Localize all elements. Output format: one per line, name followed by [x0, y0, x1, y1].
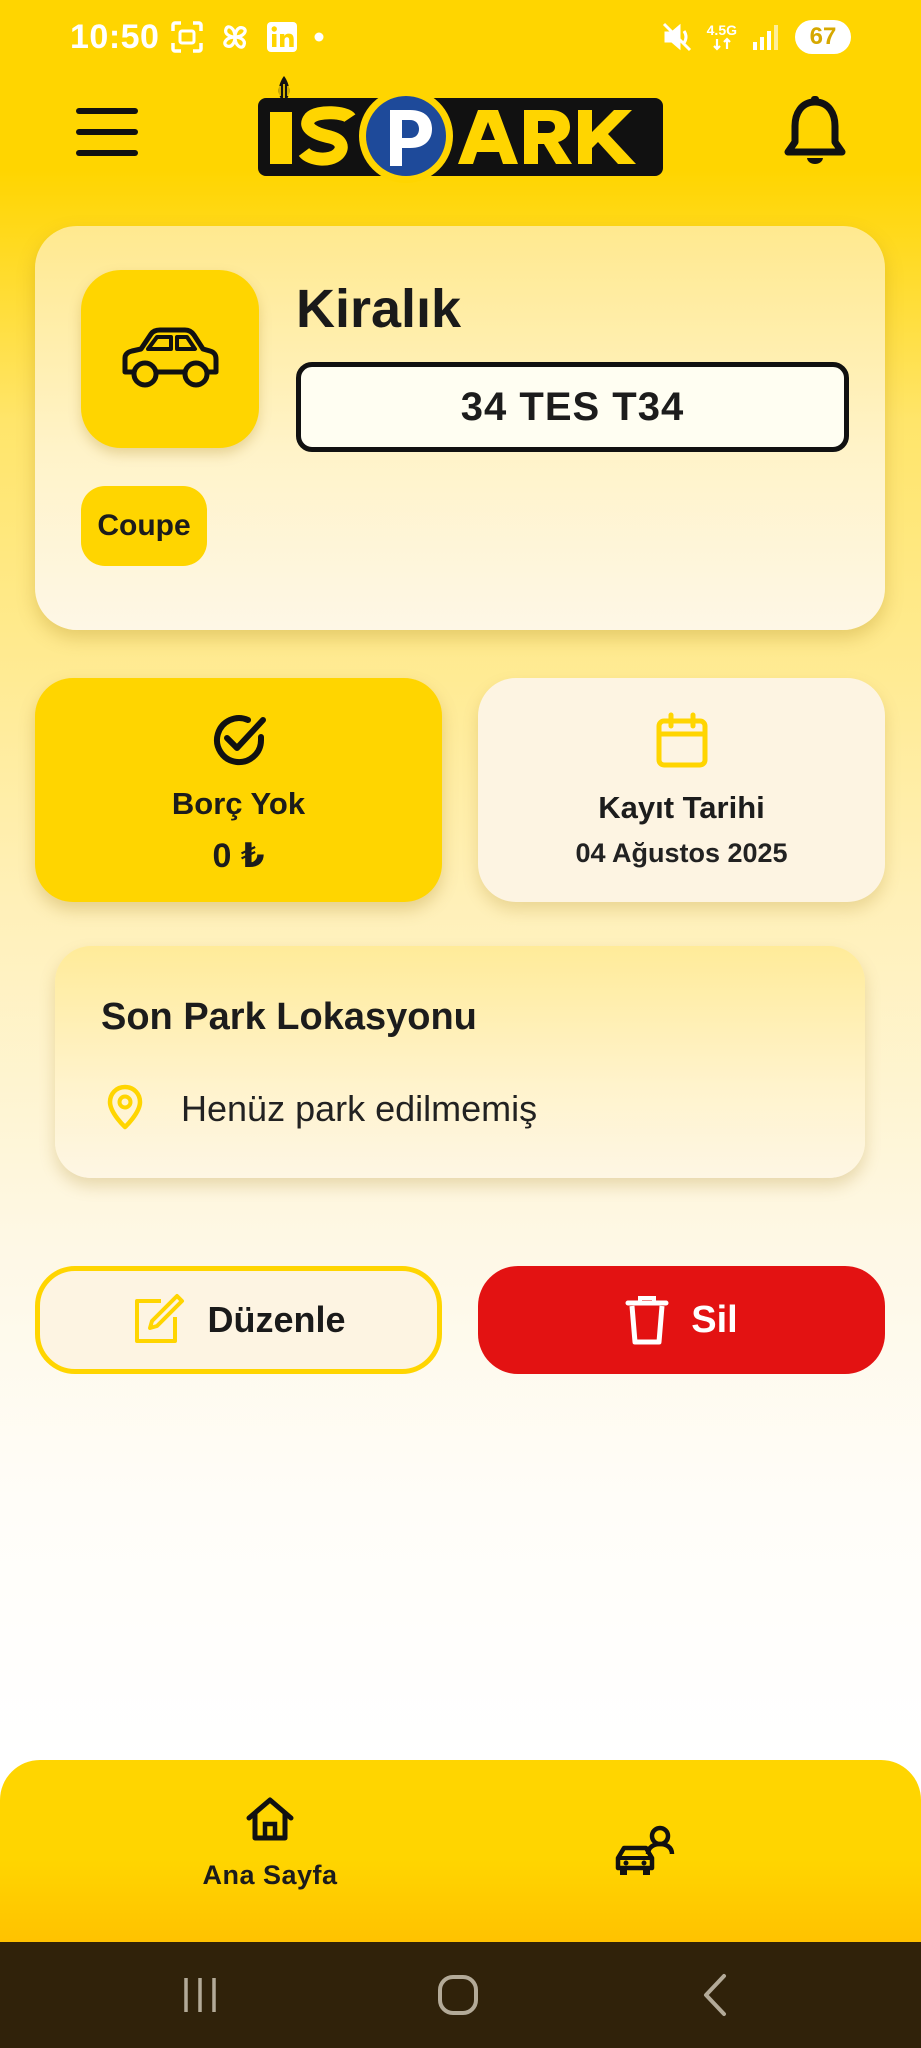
notification-button[interactable] [780, 96, 850, 172]
vehicle-person-icon [615, 1825, 675, 1875]
system-navigation-bar [0, 1942, 921, 2048]
recent-apps-icon[interactable] [180, 1970, 220, 2020]
vehicle-type-title: Kiralık [296, 279, 462, 339]
home-icon [246, 1797, 294, 1841]
location-pin-icon [107, 1084, 143, 1130]
status-bar: 10:50 4.5G 67 [0, 0, 921, 80]
body-style-badge: Coupe [81, 486, 207, 566]
battery-icon: 67 [795, 20, 851, 54]
dot-icon [314, 32, 324, 42]
edit-button[interactable]: Düzenle [35, 1266, 442, 1374]
license-plate: 34 TES T34 [296, 362, 849, 452]
edit-icon [135, 1294, 185, 1343]
network-label: 4.5G [706, 22, 737, 38]
trash-icon [625, 1296, 669, 1345]
signal-icon [753, 25, 778, 50]
back-icon[interactable] [696, 1970, 736, 2020]
status-time: 10:50 [70, 18, 160, 56]
nav-home[interactable]: Ana Sayfa [170, 1796, 370, 1926]
home-button-icon[interactable] [434, 1970, 486, 2020]
nav-home-label: Ana Sayfa [202, 1860, 338, 1890]
screenshot-icon [171, 21, 203, 53]
delete-button[interactable]: Sil [478, 1266, 885, 1374]
mute-vibrate-icon [662, 22, 691, 52]
status-right-icons: 4.5G 67 [661, 20, 851, 54]
delete-button-label: Sil [691, 1298, 738, 1341]
registration-date-card[interactable]: Kayıt Tarihi 04 Ağustos 2025 [478, 678, 885, 902]
status-left-icons [170, 20, 326, 54]
menu-button[interactable] [72, 104, 142, 160]
menu-icon-bar [76, 108, 138, 114]
bell-icon [784, 96, 846, 164]
debt-amount: 0 ₺ [212, 837, 265, 875]
last-park-location-text: Henüz park edilmemiş [181, 1088, 538, 1129]
vehicle-icon-tile [81, 270, 259, 448]
check-circle-icon [213, 715, 266, 766]
network-icon: 4.5G [707, 23, 737, 51]
menu-icon-bar [76, 129, 138, 135]
calendar-icon [656, 712, 707, 768]
edit-button-label: Düzenle [207, 1299, 346, 1340]
car-icon [122, 327, 219, 388]
menu-icon-bar [76, 150, 138, 156]
debt-status-card[interactable]: Borç Yok 0 ₺ [35, 678, 442, 902]
pinwheel-icon [223, 25, 247, 49]
vehicle-card[interactable]: Kiralık 34 TES T34 Coupe [35, 226, 885, 630]
nav-my-vehicles[interactable] [612, 1822, 682, 1882]
debt-status-title: Borç Yok [171, 786, 306, 821]
bottom-navigation: Ana Sayfa [0, 1760, 921, 1942]
last-park-location-title: Son Park Lokasyonu [101, 996, 477, 1038]
linkedin-icon [267, 22, 297, 52]
ispark-logo [258, 74, 663, 184]
registration-date-title: Kayıt Tarihi [598, 790, 765, 825]
last-park-location-card[interactable]: Son Park Lokasyonu Henüz park edilmemiş [55, 946, 865, 1178]
registration-date-value: 04 Ağustos 2025 [575, 838, 788, 868]
